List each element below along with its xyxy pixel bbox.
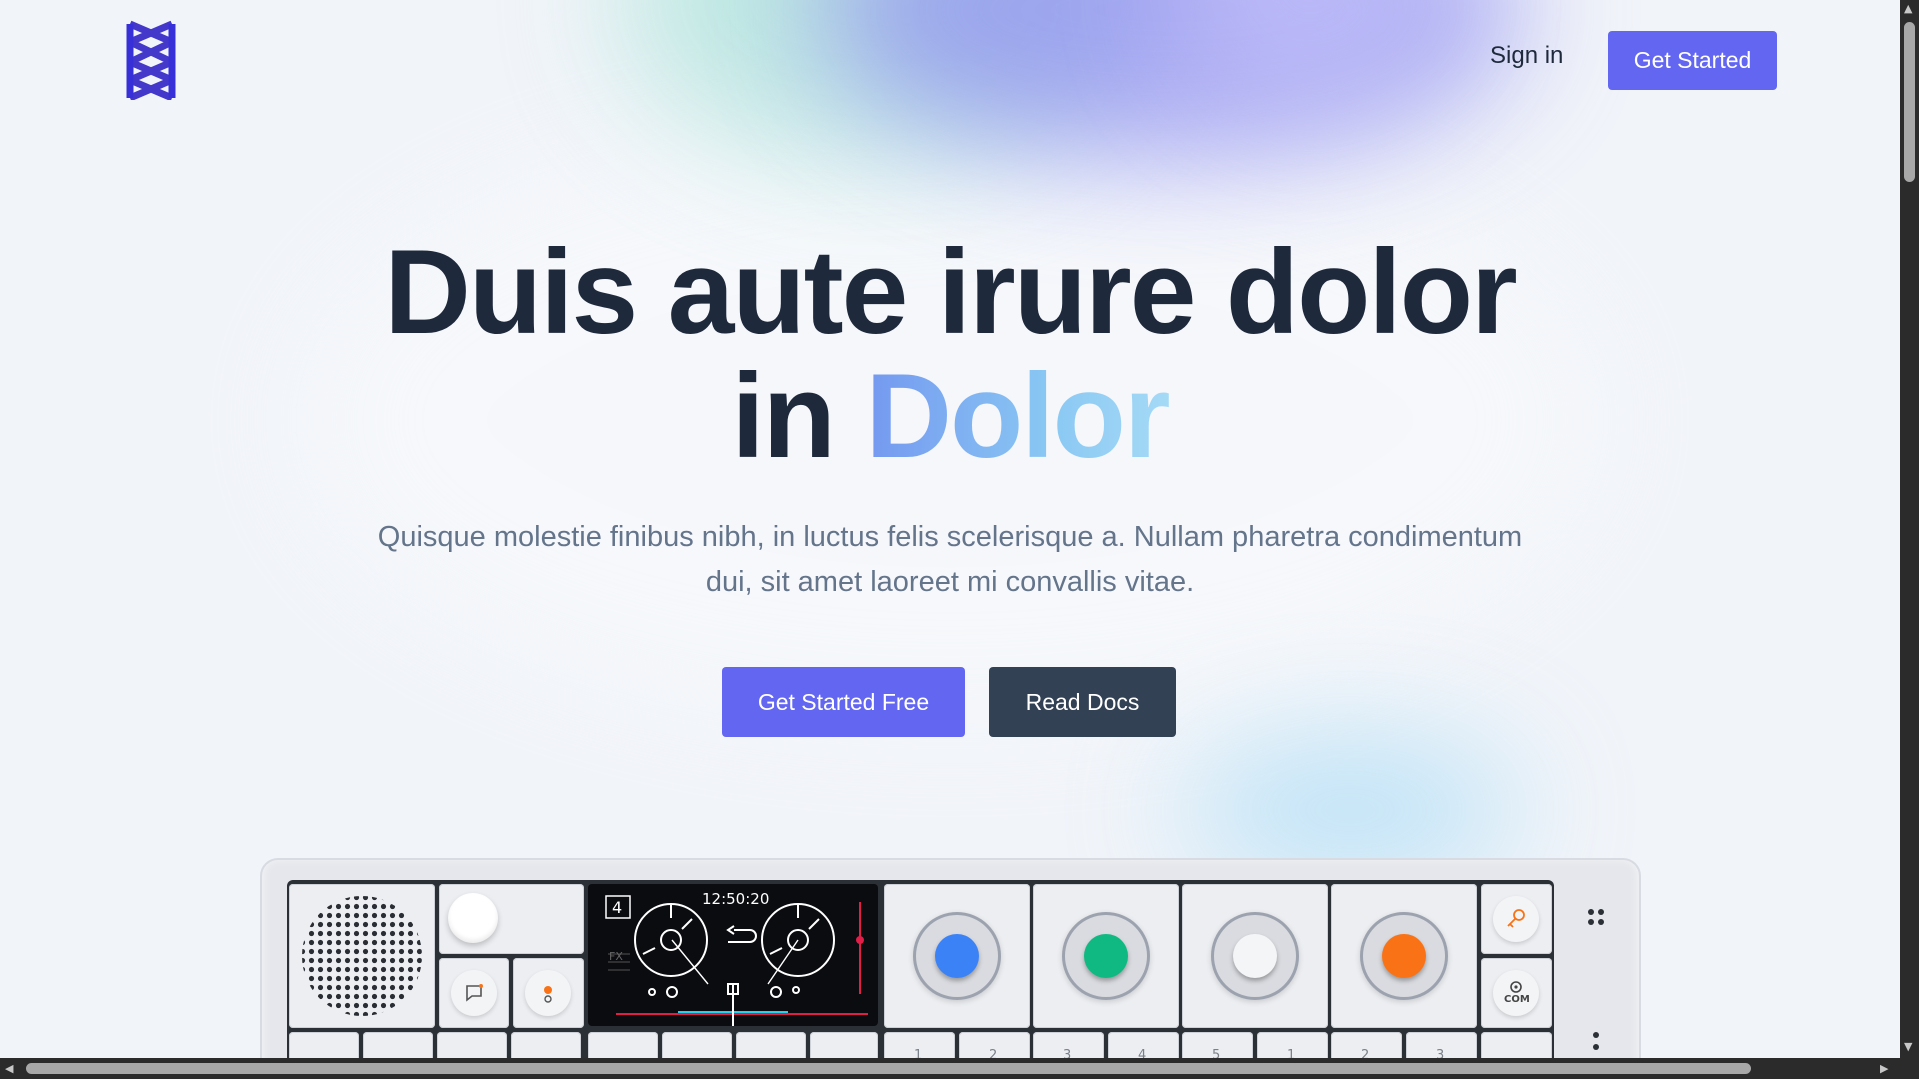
hero-heading: Duis aute irure dolor in Dolor xyxy=(0,230,1900,478)
device-number-key: 2 xyxy=(959,1032,1030,1058)
device-key xyxy=(289,1032,359,1058)
two-dots-icon xyxy=(1593,1032,1599,1050)
device-number-key: 2 xyxy=(1331,1032,1402,1058)
device-number-key: 4 xyxy=(1108,1032,1179,1058)
device-key xyxy=(1481,884,1552,954)
orange-encoder-knob xyxy=(1382,934,1426,978)
volume-knob-tile xyxy=(439,884,584,954)
com-label: COM xyxy=(1504,994,1530,1005)
device-key xyxy=(363,1032,433,1058)
key-number: 4 xyxy=(1138,1048,1147,1058)
get-started-button[interactable]: Get Started xyxy=(1608,31,1777,90)
screen-track-number: 4 xyxy=(612,898,623,917)
screen-time: 12:50:20 xyxy=(702,890,770,908)
speaker-grille xyxy=(289,884,435,1028)
key-number: 3 xyxy=(1063,1048,1072,1058)
device-number-key: 3 xyxy=(1406,1032,1477,1058)
hero-heading-line1: Duis aute irure dolor xyxy=(384,225,1518,359)
device-button xyxy=(1493,896,1539,942)
volume-knob xyxy=(448,893,498,943)
landing-page: Sign in Get Started Duis aute irure dolo… xyxy=(0,0,1900,1058)
key-icon xyxy=(1507,909,1525,928)
screen-fx-label: FX xyxy=(609,950,623,963)
background-glow xyxy=(820,0,1520,160)
vertical-scrollbar-thumb[interactable] xyxy=(1904,22,1915,182)
hero-heading-accent: Dolor xyxy=(865,349,1170,483)
white-encoder-knob xyxy=(1233,934,1277,978)
device-number-key: 1 xyxy=(884,1032,955,1058)
device-number-key: 3 xyxy=(1033,1032,1104,1058)
device-key xyxy=(662,1032,732,1058)
get-started-free-button[interactable]: Get Started Free xyxy=(722,667,965,737)
horizontal-scrollbar-thumb[interactable] xyxy=(26,1063,1751,1074)
key-number: 5 xyxy=(1212,1048,1221,1058)
scroll-left-arrow-icon[interactable]: ◀ xyxy=(5,1062,13,1075)
device-key xyxy=(437,1032,507,1058)
four-dots-icon xyxy=(1588,909,1604,925)
device-key xyxy=(513,958,584,1028)
device-button xyxy=(451,970,497,1016)
encoder-tile xyxy=(1182,884,1328,1028)
device-number-key: 1 xyxy=(1257,1032,1328,1058)
hero-heading-prefix: in xyxy=(731,349,836,483)
scroll-up-arrow-icon[interactable]: ▲ xyxy=(1904,2,1912,15)
background-glow xyxy=(620,0,1140,160)
hero-subtitle: Quisque molestie finibus nibh, in luctus… xyxy=(377,521,1523,598)
encoder-tile xyxy=(1331,884,1477,1028)
device-key xyxy=(1481,1032,1552,1058)
read-docs-button[interactable]: Read Docs xyxy=(989,667,1176,737)
device-key xyxy=(736,1032,806,1058)
device-key xyxy=(439,958,509,1028)
record-icon xyxy=(544,986,552,1003)
green-encoder-knob xyxy=(1084,934,1128,978)
device-key: COM xyxy=(1481,958,1552,1028)
device-key xyxy=(588,1032,658,1058)
device-number-key: 5 xyxy=(1182,1032,1253,1058)
device-screen: 4 12:50:20 FX xyxy=(588,884,878,1026)
com-icon xyxy=(1510,981,1522,993)
scroll-right-arrow-icon[interactable]: ▶ xyxy=(1880,1062,1888,1075)
blue-encoder-knob xyxy=(935,934,979,978)
brand-logo-icon[interactable] xyxy=(126,20,176,100)
device-button: COM xyxy=(1493,970,1539,1016)
speaker-holes-icon xyxy=(302,896,422,1016)
encoder-tile xyxy=(1033,884,1179,1028)
encoder-tile xyxy=(884,884,1030,1028)
key-number: 1 xyxy=(1287,1048,1296,1058)
message-icon xyxy=(466,984,483,1002)
scroll-down-arrow-icon[interactable]: ▼ xyxy=(1904,1040,1912,1053)
hero-heading-line2: in Dolor xyxy=(0,354,1900,478)
key-number: 1 xyxy=(914,1048,923,1058)
device-button xyxy=(525,970,571,1016)
key-number: 2 xyxy=(989,1048,998,1058)
device-key xyxy=(511,1032,581,1058)
device-key xyxy=(810,1032,878,1058)
background-glow xyxy=(1180,0,1440,100)
key-number: 3 xyxy=(1436,1048,1445,1058)
sign-in-link[interactable]: Sign in xyxy=(1490,42,1563,70)
key-number: 2 xyxy=(1361,1048,1370,1058)
